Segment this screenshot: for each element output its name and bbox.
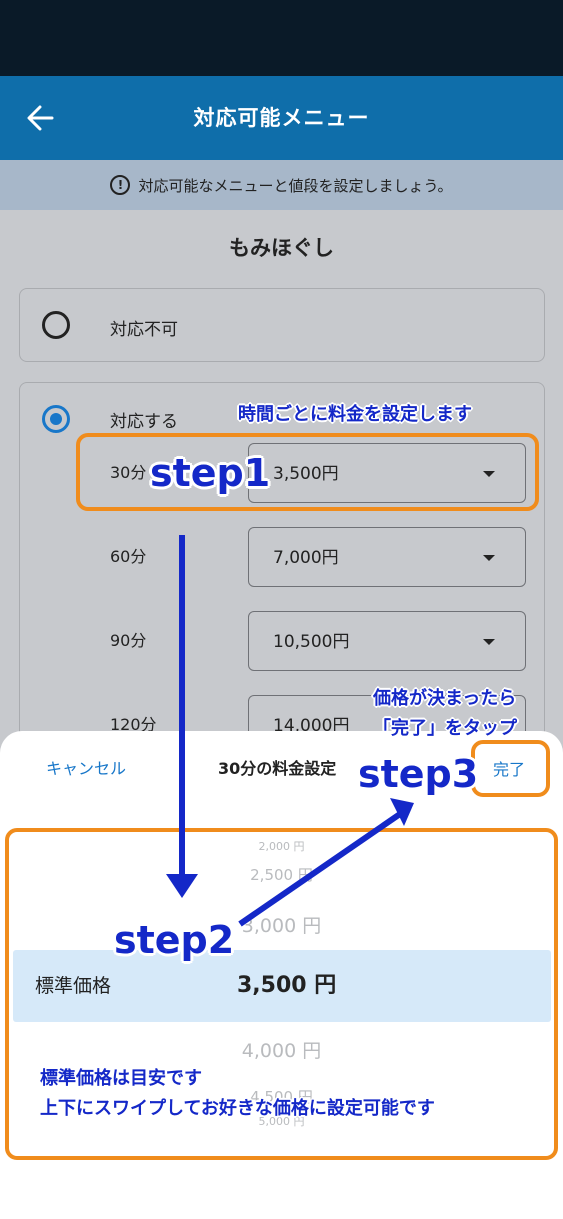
price-select-value: 7,000円: [273, 548, 339, 568]
cancel-button[interactable]: キャンセル: [46, 755, 126, 779]
price-select-value: 3,500円: [273, 464, 339, 484]
caret-down-icon: [483, 639, 495, 645]
note-step1: 時間ごとに料金を設定します: [238, 404, 472, 425]
step1-label: step1: [150, 451, 271, 495]
price-picker-sheet: キャンセル 30分の料金設定 完了 2,000 円 2,500 円 3,000 …: [0, 731, 563, 1219]
page-title: 対応可能メニュー: [193, 106, 370, 130]
wheel-option[interactable]: 2,000 円: [0, 838, 563, 854]
note-step3-line2: 「完了」をタップ: [373, 718, 517, 739]
radio-available[interactable]: [42, 405, 70, 433]
price-select-value: 10,500円: [273, 632, 350, 652]
option-unavailable-label: 対応不可: [110, 320, 178, 340]
price-row-30: 30分 3,500円: [20, 443, 546, 503]
price-select-30[interactable]: 3,500円: [248, 443, 526, 503]
price-select-90[interactable]: 10,500円: [248, 611, 526, 671]
wheel-option[interactable]: 2,500 円: [0, 864, 563, 885]
duration-label: 30分: [110, 463, 147, 482]
option-available-label: 対応する: [110, 412, 178, 432]
arrow-left-icon: [27, 105, 54, 131]
info-circle-icon: !: [110, 175, 131, 195]
wheel-option[interactable]: 4,000 円: [0, 1036, 563, 1063]
duration-label: 90分: [110, 631, 147, 650]
radio-unavailable[interactable]: [42, 311, 70, 339]
status-bar: [0, 0, 563, 76]
selected-price-value: 3,500 円: [237, 973, 337, 998]
info-banner: ! 対応可能なメニューと値段を設定しましょう。: [0, 160, 563, 210]
standard-price-label: 標準価格: [35, 975, 112, 997]
note-step2-line2: 上下にスワイプしてお好きな価格に設定可能です: [40, 1098, 435, 1119]
selected-price-band[interactable]: 標準価格 3,500 円: [13, 950, 551, 1022]
step3-label: step3: [358, 752, 479, 796]
caret-down-icon: [483, 471, 495, 477]
caret-down-icon: [483, 555, 495, 561]
done-button[interactable]: 完了: [493, 756, 525, 780]
price-row-90: 90分 10,500円: [20, 611, 546, 671]
price-row-60: 60分 7,000円: [20, 527, 546, 587]
duration-label: 60分: [110, 547, 147, 566]
info-banner-text: 対応可能なメニューと値段を設定しましょう。: [138, 176, 453, 195]
wheel-option[interactable]: 3,000 円: [0, 911, 563, 938]
option-unavailable[interactable]: 対応不可: [19, 288, 545, 362]
sheet-title: 30分の料金設定: [218, 759, 337, 778]
step2-label: step2: [114, 918, 235, 962]
note-step2-line1: 標準価格は目安です: [40, 1068, 202, 1089]
app-header: 対応可能メニュー: [0, 76, 563, 160]
section-title: もみほぐし: [229, 236, 334, 260]
price-select-60[interactable]: 7,000円: [248, 527, 526, 587]
back-button[interactable]: [22, 98, 62, 138]
note-step3-line1: 価格が決まったら: [373, 688, 517, 709]
